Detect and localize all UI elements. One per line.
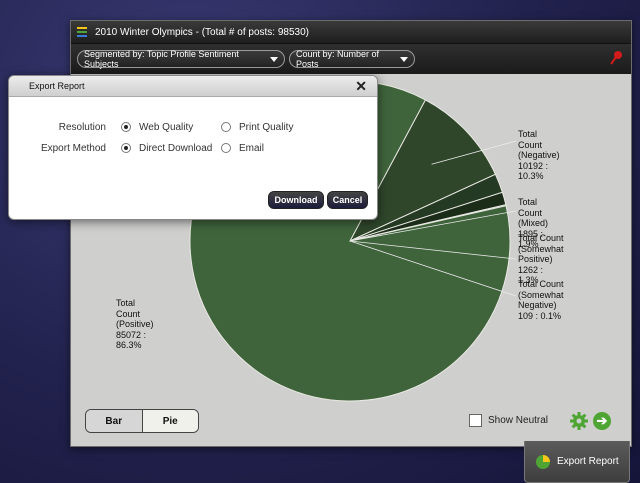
slice-label-line: (Somewhat [518,243,564,254]
slice-label: Total Count (Somewhat Negative) 109 : 0.1% [518,279,564,321]
radio-selected-icon [121,143,131,153]
slice-label-line: 85072 : 86.3% [116,329,147,351]
show-neutral-checkbox[interactable] [469,414,482,427]
download-button[interactable]: Download [268,191,324,209]
web-quality-radio[interactable]: Web Quality [121,122,193,133]
resolution-row: Resolution Web Quality Print Quality [9,120,377,134]
export-method-label: Export Method [40,142,106,154]
gear-icon[interactable] [569,411,589,431]
slice-label: Total Count (Positive) 85072 : 86.3% [116,298,154,351]
print-quality-label: Print Quality [239,121,294,133]
slice-label-line: Total Count [518,279,564,289]
slice-label-line: (Somewhat [518,289,564,300]
slice-label-line: 10192 : 10.3% [518,160,549,182]
view-toggle: Bar Pie [85,409,199,433]
pie-view-button[interactable]: Pie [142,410,198,432]
dialog-header: Export Report ✕ [9,76,377,97]
slice-label-line: (Positive) [116,319,154,329]
pie-chart-icon [536,454,550,469]
radio-selected-icon [121,122,131,132]
export-method-row: Export Method Direct Download Email [9,141,377,155]
show-neutral-label: Show Neutral [488,415,549,426]
export-report-label: Export Report [557,456,619,467]
radio-unselected-icon [221,143,231,153]
resolution-label: Resolution [58,121,106,133]
export-report-tab[interactable]: Export Report [524,441,630,483]
export-report-dialog: Export Report ✕ Resolution Web Quality P… [8,75,378,220]
slice-label-line: Total Count [518,129,543,150]
show-neutral-toggle[interactable]: Show Neutral [469,414,548,427]
slice-label-line: Total Count [518,233,564,243]
slice-label-line: Negative) [518,300,557,310]
print-quality-radio[interactable]: Print Quality [221,122,293,133]
email-radio[interactable]: Email [221,143,264,154]
web-quality-label: Web Quality [139,121,194,133]
dialog-title: Export Report [29,81,85,91]
slice-label-line: Total Count [518,197,543,218]
close-icon[interactable]: ✕ [355,78,367,94]
slice-label-line: 109 : 0.1% [518,310,562,321]
slice-label-line: Positive) [518,254,553,264]
slice-label-line: Total Count [116,298,141,319]
bar-view-button[interactable]: Bar [86,410,143,432]
slice-label: Total Count (Somewhat Positive) 1262 : 1.3% [518,233,564,286]
radio-unselected-icon [221,122,231,132]
go-arrow-button[interactable]: ➔ [593,412,611,430]
cancel-button[interactable]: Cancel [327,191,368,209]
arrow-right-icon: ➔ [596,413,608,428]
direct-download-radio[interactable]: Direct Download [121,143,212,154]
slice-label-line: (Negative) [518,150,560,160]
direct-download-label: Direct Download [139,142,213,154]
email-label: Email [239,142,265,154]
slice-label: Total Count (Negative) 10192 : 10.3% [518,129,560,182]
slice-label-line: (Mixed) [518,218,549,228]
